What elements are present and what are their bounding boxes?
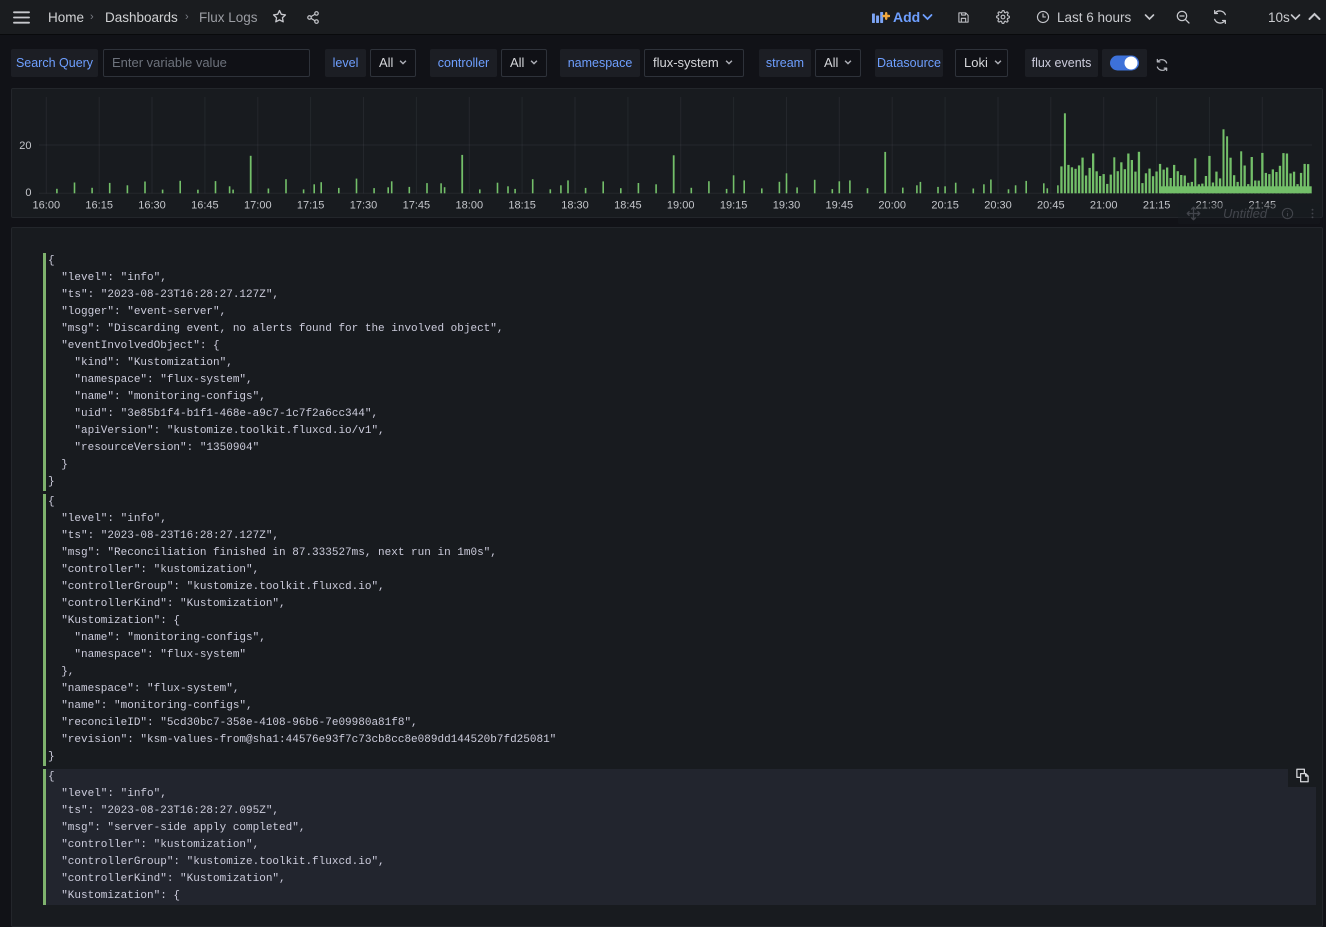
svg-text:19:45: 19:45 <box>826 200 854 212</box>
svg-text:17:30: 17:30 <box>350 200 378 212</box>
svg-text:19:00: 19:00 <box>667 200 695 212</box>
svg-text:20:30: 20:30 <box>984 200 1012 212</box>
svg-text:16:30: 16:30 <box>138 200 166 212</box>
svg-text:16:00: 16:00 <box>33 200 61 212</box>
svg-text:21:15: 21:15 <box>1143 200 1171 212</box>
svg-text:17:15: 17:15 <box>297 200 325 212</box>
svg-text:16:15: 16:15 <box>85 200 113 212</box>
svg-text:20:15: 20:15 <box>931 200 959 212</box>
svg-text:21:00: 21:00 <box>1090 200 1118 212</box>
svg-text:17:45: 17:45 <box>403 200 431 212</box>
svg-text:20: 20 <box>19 140 31 152</box>
svg-text:18:45: 18:45 <box>614 200 642 212</box>
svg-text:20:00: 20:00 <box>878 200 906 212</box>
svg-text:18:30: 18:30 <box>561 200 589 212</box>
svg-text:19:30: 19:30 <box>773 200 801 212</box>
svg-text:19:15: 19:15 <box>720 200 748 212</box>
svg-text:18:15: 18:15 <box>508 200 536 212</box>
svg-text:0: 0 <box>25 187 31 199</box>
svg-text:18:00: 18:00 <box>456 200 484 212</box>
svg-text:16:45: 16:45 <box>191 200 219 212</box>
svg-text:20:45: 20:45 <box>1037 200 1065 212</box>
svg-text:17:00: 17:00 <box>244 200 272 212</box>
